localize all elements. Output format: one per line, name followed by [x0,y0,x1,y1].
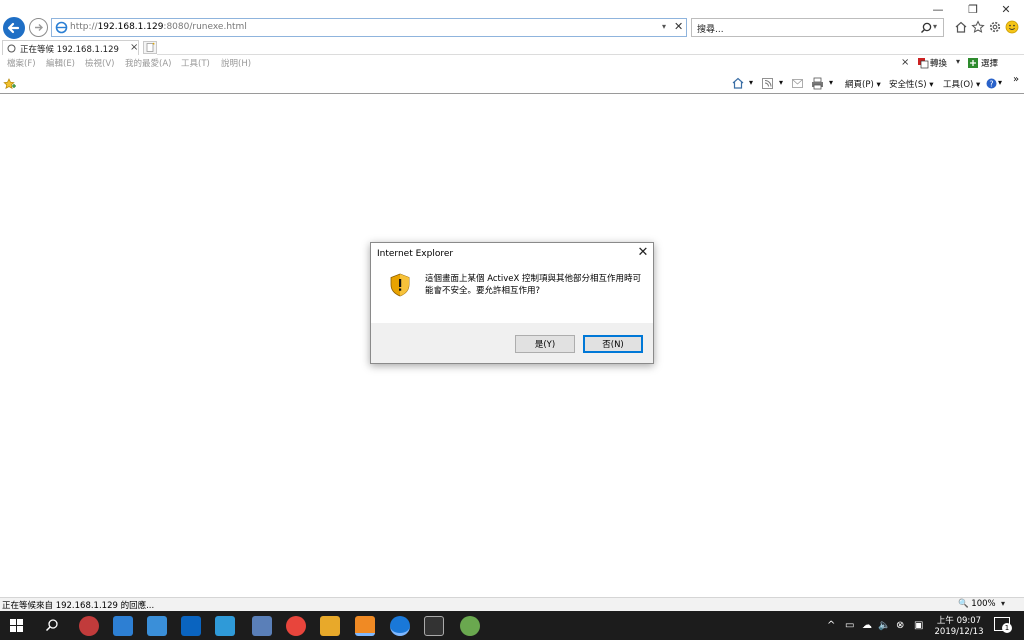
forward-button[interactable] [29,18,48,37]
menu-favorites[interactable]: 我的最愛(A) [125,57,171,69]
new-tab-button[interactable] [143,41,157,54]
home-dropdown-icon[interactable]: ▾ [749,78,753,87]
dialog-close-button[interactable]: ✕ [635,245,651,261]
app-icon-fox[interactable] [320,616,340,636]
outlook-icon[interactable] [181,616,201,636]
page-menu[interactable]: 網頁(P) ▾ [845,78,881,90]
clock-time[interactable]: 上午 09:07 [936,614,982,626]
svg-text:?: ? [989,79,993,88]
gear-icon[interactable] [988,20,1002,34]
stop-icon[interactable]: ✕ [674,20,683,33]
terminal-icon[interactable] [424,616,444,636]
app-icon-remote[interactable] [147,616,167,636]
tools-menu-label: 工具(O) [943,80,974,90]
zoom-level[interactable]: 🔍 100% [958,599,996,609]
tray-input-icon[interactable]: ▣ [914,620,923,631]
tray-chevron-icon[interactable]: ^ [827,620,835,631]
add-favorite-icon[interactable] [3,78,16,90]
url-scheme: http:// [70,22,98,32]
page-menu-label: 網頁(P) [845,80,874,90]
select-button[interactable]: 選擇 [981,57,998,69]
url-host: 192.168.1.129 [97,22,164,32]
chrome-icon[interactable] [286,616,306,636]
loading-spinner-icon [7,44,16,53]
safety-menu-label: 安全性(S) [889,80,927,90]
arrow-right-icon [35,24,43,31]
home-page-icon[interactable] [732,77,744,89]
home-icon[interactable] [954,20,968,34]
minimize-button[interactable]: — [928,3,948,16]
warning-shield-icon [390,273,410,297]
url-path: :8080/runexe.html [163,22,247,32]
tools-menu[interactable]: 工具(O) ▾ [943,78,980,90]
dialog-message: 這個畫面上某個 ActiveX 控制項與其他部分相互作用時可能會不安全。要允許相… [425,274,642,296]
menu-help[interactable]: 說明(H) [221,57,251,69]
clock-date[interactable]: 2019/12/13 [934,627,984,637]
app-icon-tool[interactable] [113,616,133,636]
taskbar-search-icon[interactable] [45,618,59,632]
ie-page-icon [55,21,68,34]
help-icon[interactable]: ? [986,78,997,89]
address-dropdown-icon[interactable]: ▾ [662,22,666,31]
search-placeholder: 搜尋... [697,25,724,35]
menu-edit[interactable]: 編輯(E) [46,57,75,69]
search-dropdown-icon[interactable]: ▾ [933,22,937,31]
app-icon-paint[interactable] [460,616,480,636]
feeds-icon[interactable] [762,78,773,89]
tray-volume-icon[interactable]: 🔈 [878,620,890,631]
toolbar-close-button[interactable]: × [901,57,909,68]
select-icon [968,58,978,68]
sublime-text-icon[interactable] [355,616,375,636]
translate-dropdown-icon[interactable]: ▾ [956,57,960,66]
restore-button[interactable]: ❐ [963,3,983,16]
notification-badge: 1 [1002,623,1012,633]
smiley-feedback-icon[interactable] [1005,20,1019,34]
zoom-dropdown-icon[interactable]: ▾ [1001,599,1005,608]
no-button[interactable]: 否(N) [583,335,643,353]
tab-divider [157,54,1024,55]
search-box[interactable]: 搜尋... ▾ [691,18,944,37]
tab-title: 正在等候 192.168.1.129 [20,45,119,55]
security-warning-dialog: Internet Explorer ✕ 這個畫面上某個 ActiveX 控制項與… [370,242,654,364]
tray-cloud-icon[interactable]: ☁ [862,620,872,631]
status-text: 正在等候來自 192.168.1.129 的回應... [2,601,155,611]
new-tab-icon [146,42,155,52]
translate-button[interactable]: 轉換 [930,57,947,69]
print-icon[interactable] [811,77,824,90]
browser-tab[interactable]: 正在等候 192.168.1.129 × [2,40,139,55]
windows-start-icon[interactable] [10,619,23,632]
mail-icon[interactable] [792,78,804,89]
translate-icon [918,58,929,69]
internet-explorer-icon[interactable] [390,616,410,636]
menu-file[interactable]: 檔案(F) [7,57,36,69]
address-bar[interactable]: http://192.168.1.129:8080/runexe.html ▾ … [51,18,687,37]
yes-button[interactable]: 是(Y) [515,335,575,353]
app-icon-manager[interactable] [252,616,272,636]
tab-close-button[interactable]: × [130,42,138,53]
more-commands-button[interactable]: » [1013,74,1019,85]
tray-close-icon[interactable]: ⊗ [896,620,904,631]
help-dropdown-icon[interactable]: ▾ [998,78,1002,87]
print-dropdown-icon[interactable]: ▾ [829,78,833,87]
dialog-title: Internet Explorer [377,249,454,259]
url-text: http://192.168.1.129:8080/runexe.html [70,22,247,32]
feeds-dropdown-icon[interactable]: ▾ [779,78,783,87]
arrow-left-icon [7,22,20,34]
safety-menu[interactable]: 安全性(S) ▾ [889,78,934,90]
menu-bar: 檔案(F) 編輯(E) 檢視(V) 我的最愛(A) 工具(T) 說明(H) [0,57,760,71]
menu-view[interactable]: 檢視(V) [85,57,114,69]
close-window-button[interactable]: ✕ [996,3,1016,16]
command-bar: ▾ ▾ ▾ 網頁(P) ▾ 安全性(S) ▾ 工具(O) ▾ ? ▾ » [0,74,1024,94]
back-button[interactable] [3,17,25,39]
app-icon-network[interactable] [79,616,99,636]
favorites-star-icon[interactable] [971,20,985,34]
action-center-icon[interactable]: 1 [994,617,1012,633]
tray-network-icon[interactable]: ▭ [845,620,854,631]
content-divider [0,93,1024,94]
menu-tools[interactable]: 工具(T) [181,57,210,69]
search-icon[interactable] [920,22,932,34]
app-icon-powershell[interactable] [215,616,235,636]
